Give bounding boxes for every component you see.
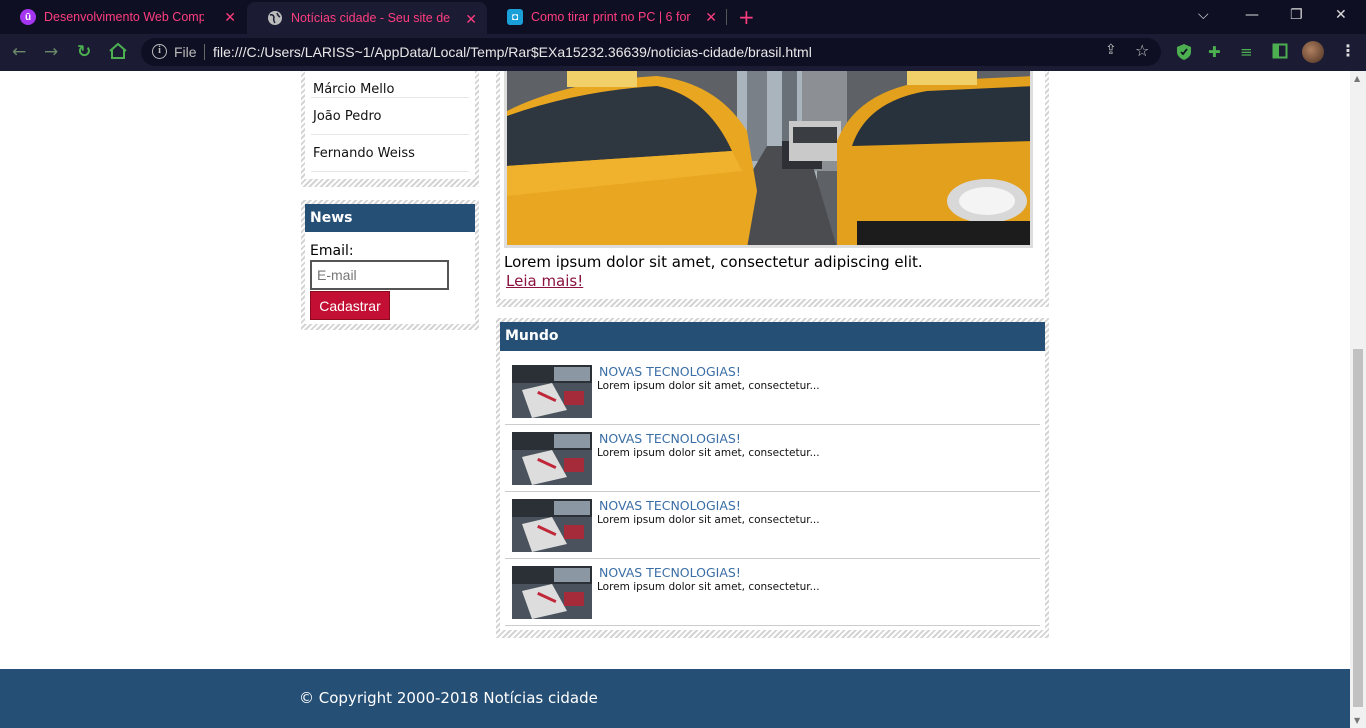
news-title: News [305, 204, 475, 232]
media-queue-icon[interactable]: ≡ [1240, 43, 1253, 61]
site-info-icon[interactable]: i [152, 44, 167, 59]
scroll-up-arrow-icon[interactable]: ▲ [1354, 74, 1360, 83]
restore-icon[interactable]: ❐ [1290, 7, 1303, 23]
udemy-icon: ū [20, 9, 36, 25]
sidebar-authors-box: Márcio Mello João Pedro Fernando Weiss [301, 71, 479, 187]
divider [204, 44, 205, 60]
item-headline[interactable]: NOVAS TECNOLOGIAS! [599, 364, 741, 379]
tech-thumbnail-image[interactable] [512, 365, 592, 418]
item-headline[interactable]: NOVAS TECNOLOGIAS! [599, 565, 741, 580]
featured-text: Lorem ipsum dolor sit amet, consectetur … [504, 253, 923, 271]
puzzle-extensions-icon[interactable]: ✚ [1208, 43, 1221, 61]
browser-tab-strip: ū Desenvolvimento Web Completo ✕ Notícia… [0, 0, 1366, 34]
page-viewport: Márcio Mello João Pedro Fernando Weiss N… [0, 71, 1366, 728]
more-menu-icon[interactable]: ⋮ [1340, 41, 1356, 60]
tab-desenvolvimento-web[interactable]: ū Desenvolvimento Web Completo ✕ [0, 0, 246, 34]
forward-arrow-icon[interactable]: → [44, 42, 58, 62]
site-favicon-icon: ◘ [507, 9, 523, 25]
address-bar[interactable]: i File file:///C:/Users/LARISS~1/AppData… [141, 38, 1161, 66]
cadastrar-button[interactable]: Cadastrar [310, 291, 390, 320]
tab-noticias-cidade[interactable]: Notícias cidade - Seu site de notícias ✕ [247, 2, 487, 34]
globe-icon [267, 10, 283, 26]
list-item[interactable]: NOVAS TECNOLOGIAS! Lorem ipsum dolor sit… [505, 492, 1040, 559]
share-icon[interactable]: ⇪ [1105, 42, 1117, 58]
item-headline[interactable]: NOVAS TECNOLOGIAS! [599, 431, 741, 446]
mundo-title: Mundo [500, 322, 1045, 351]
tech-thumbnail-image[interactable] [512, 566, 592, 619]
scrollbar-thumb[interactable] [1353, 349, 1363, 707]
leia-mais-link[interactable]: Leia mais! [506, 272, 583, 290]
page-footer: © Copyright 2000-2018 Notícias cidade [0, 669, 1350, 728]
list-item[interactable]: NOVAS TECNOLOGIAS! Lorem ipsum dolor sit… [505, 559, 1040, 626]
tab-separator [726, 9, 727, 25]
close-window-icon[interactable]: ✕ [1335, 7, 1347, 23]
email-field[interactable] [310, 260, 449, 290]
url-text[interactable]: file:///C:/Users/LARISS~1/AppData/Local/… [213, 44, 812, 60]
scroll-down-arrow-icon[interactable]: ▼ [1354, 716, 1360, 725]
email-label: Email: [310, 243, 354, 259]
close-tab-icon[interactable]: ✕ [465, 11, 477, 28]
back-arrow-icon[interactable]: ← [12, 42, 26, 62]
shield-extension-icon[interactable] [1176, 43, 1192, 65]
list-item[interactable]: NOVAS TECNOLOGIAS! Lorem ipsum dolor sit… [505, 358, 1040, 425]
tab-title: Como tirar print no PC | 6 formas [531, 10, 691, 24]
close-tab-icon[interactable]: ✕ [705, 9, 717, 26]
item-summary: Lorem ipsum dolor sit amet, consectetur.… [597, 447, 820, 459]
mundo-list: NOVAS TECNOLOGIAS! Lorem ipsum dolor sit… [505, 358, 1040, 626]
bookmark-star-icon[interactable]: ☆ [1135, 41, 1149, 60]
minimize-icon[interactable]: — [1245, 7, 1259, 23]
tech-thumbnail-image[interactable] [512, 499, 592, 552]
new-tab-button[interactable]: + [738, 5, 755, 29]
author-link[interactable]: Fernando Weiss [311, 135, 469, 172]
home-icon[interactable] [108, 42, 128, 65]
author-link[interactable]: Márcio Mello [311, 71, 469, 98]
profile-avatar[interactable] [1302, 41, 1324, 63]
tab-como-tirar-print[interactable]: ◘ Como tirar print no PC | 6 formas ✕ [487, 0, 727, 34]
reload-icon[interactable]: ↻ [77, 42, 91, 62]
author-link[interactable]: João Pedro [311, 98, 469, 135]
copyright-text: © Copyright 2000-2018 Notícias cidade [299, 689, 598, 707]
tab-title: Desenvolvimento Web Completo [44, 10, 204, 24]
featured-taxi-image [504, 71, 1033, 248]
file-scheme-label: File [174, 44, 197, 60]
browser-toolbar: ← → ↻ i File file:///C:/Users/LARISS~1/A… [0, 34, 1366, 71]
tab-title: Notícias cidade - Seu site de notícias [291, 11, 451, 25]
close-tab-icon[interactable]: ✕ [224, 9, 236, 26]
page-scrollbar[interactable]: ▲ ▼ [1350, 71, 1366, 728]
item-headline[interactable]: NOVAS TECNOLOGIAS! [599, 498, 741, 513]
item-summary: Lorem ipsum dolor sit amet, consectetur.… [597, 581, 820, 593]
mundo-news-box: Mundo NOVAS TECNOLOGIAS! Lorem ipsum dol… [496, 318, 1049, 638]
sidebar-news-box: News Email: Cadastrar [301, 200, 479, 330]
side-panel-icon[interactable] [1272, 43, 1288, 63]
item-summary: Lorem ipsum dolor sit amet, consectetur.… [597, 380, 820, 392]
item-summary: Lorem ipsum dolor sit amet, consectetur.… [597, 514, 820, 526]
featured-news-box: Lorem ipsum dolor sit amet, consectetur … [496, 71, 1049, 307]
list-item[interactable]: NOVAS TECNOLOGIAS! Lorem ipsum dolor sit… [505, 425, 1040, 492]
tab-search-chevron-icon[interactable]: ⌵ [1198, 7, 1209, 23]
tech-thumbnail-image[interactable] [512, 432, 592, 485]
